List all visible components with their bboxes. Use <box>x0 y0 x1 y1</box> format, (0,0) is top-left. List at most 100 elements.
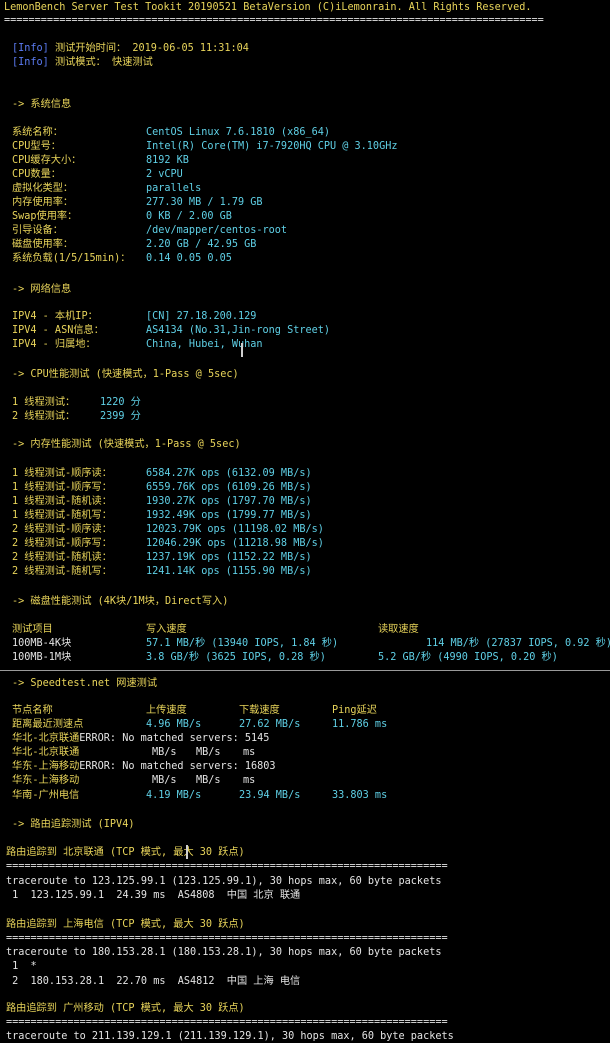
speedtest-row-2-download-unit: MB/s <box>196 747 221 758</box>
trace-1-hop-1: 1 * <box>6 961 37 972</box>
trace-0-command: traceroute to 123.125.99.1 (123.125.99.1… <box>6 876 442 887</box>
trace-2-command: traceroute to 211.139.129.1 (211.139.129… <box>6 1031 454 1042</box>
system-label-1: CPU型号： <box>12 141 61 152</box>
speedtest-header-node: 节点名称 <box>12 705 53 716</box>
system-value-0: CentOS Linux 7.6.1810 (x86_64) <box>146 127 331 138</box>
memory-value-6: 1237.19K ops (1152.22 MB/s) <box>146 552 312 563</box>
section-cpu-test: -> CPU性能测试 (快速模式，1-Pass @ 5sec) <box>12 369 239 380</box>
disk-header-item: 测试项目 <box>12 624 53 635</box>
memory-value-0: 6584.27K ops (6132.09 MB/s) <box>146 468 312 479</box>
section-traceroute: -> 路由追踪测试 (IPV4) <box>12 819 135 830</box>
info-start-time: [Info] 测试开始时间： 2019-06-05 11:31:04 <box>12 43 249 54</box>
speedtest-row-5-node: 华南-广州电信 <box>12 790 80 801</box>
system-label-7: 引导设备： <box>12 225 63 236</box>
text-cursor-2 <box>186 845 188 859</box>
memory-label-2: 1 线程测试-随机读： <box>12 496 112 507</box>
section-disk-test: -> 磁盘性能测试 (4K块/1M块，Direct写入) <box>12 596 229 607</box>
disk-row-1-read: 5.2 GB/秒 (4990 IOPS, 0.20 秒) <box>378 652 558 663</box>
system-value-3: 2 vCPU <box>146 169 183 180</box>
trace-1-hop-2: 2 180.153.28.1 22.70 ms AS4812 中国 上海 电信 <box>6 976 301 987</box>
speedtest-row-0-ping: 11.786 ms <box>332 719 388 730</box>
system-value-6: 0 KB / 2.00 GB <box>146 211 232 222</box>
memory-value-7: 1241.14K ops (1155.90 MB/s) <box>146 566 312 577</box>
trace-0-hop-1: 1 123.125.99.1 24.39 ms AS4808 中国 北京 联通 <box>6 890 301 901</box>
system-value-9: 0.14 0.05 0.05 <box>146 253 232 264</box>
section-divider-line <box>0 670 610 671</box>
memory-value-2: 1930.27K ops (1797.70 MB/s) <box>146 496 312 507</box>
speedtest-row-4-ping-unit: ms <box>243 775 256 786</box>
network-value-1: AS4134 (No.31,Jin-rong Street) <box>146 325 331 336</box>
section-memory-test: -> 内存性能测试 (快速模式，1-Pass @ 5sec) <box>12 439 241 450</box>
system-label-4: 虚拟化类型： <box>12 183 74 194</box>
info-test-mode: [Info] 测试模式： 快速测试 <box>12 57 153 68</box>
memory-label-0: 1 线程测试-顺序读： <box>12 468 112 479</box>
memory-value-3: 1932.49K ops (1799.77 MB/s) <box>146 510 312 521</box>
system-label-6: Swap使用率： <box>12 211 78 222</box>
speedtest-header-download: 下载速度 <box>239 705 280 716</box>
system-label-3: CPU数量： <box>12 169 61 180</box>
speedtest-row-4-node: 华东-上海移动 <box>12 775 80 786</box>
speedtest-row-3-error: 华东-上海移动ERROR: No matched servers: 16803 <box>12 761 276 772</box>
speedtest-row-2-node: 华北-北京联通 <box>12 747 80 758</box>
disk-row-0-read: 114 MB/秒 (27837 IOPS, 0.92 秒) <box>426 638 610 649</box>
system-label-2: CPU缓存大小： <box>12 155 82 166</box>
speedtest-row-0-download: 27.62 MB/s <box>239 719 301 730</box>
system-value-8: 2.20 GB / 42.95 GB <box>146 239 257 250</box>
banner-divider: ========================================… <box>4 15 544 26</box>
speedtest-row-4-download-unit: MB/s <box>196 775 221 786</box>
disk-row-0-write: 57.1 MB/秒 (13940 IOPS, 1.84 秒) <box>146 638 339 649</box>
terminal-window[interactable]: LemonBench Server Test Tookit 20190521 B… <box>0 0 610 1042</box>
system-value-7: /dev/mapper/centos-root <box>146 225 288 236</box>
cpu-value-0: 1220 分 <box>100 397 141 408</box>
banner-title: LemonBench Server Test Tookit 20190521 B… <box>4 2 532 13</box>
cpu-label-0: 1 线程测试： <box>12 397 76 408</box>
memory-label-6: 2 线程测试-随机读： <box>12 552 112 563</box>
memory-label-7: 2 线程测试-随机写： <box>12 566 112 577</box>
speedtest-header-ping: Ping延迟 <box>332 705 377 716</box>
speedtest-row-2-upload-unit: MB/s <box>152 747 177 758</box>
section-network-info: -> 网络信息 <box>12 284 72 295</box>
cpu-value-1: 2399 分 <box>100 411 141 422</box>
system-value-4: parallels <box>146 183 202 194</box>
system-label-5: 内存使用率： <box>12 197 74 208</box>
system-value-1: Intel(R) Core(TM) i7-7920HQ CPU @ 3.10GH… <box>146 141 398 152</box>
trace-2-divider: ========================================… <box>6 1017 448 1028</box>
trace-1-command: traceroute to 180.153.28.1 (180.153.28.1… <box>6 947 442 958</box>
memory-label-3: 1 线程测试-随机写： <box>12 510 112 521</box>
system-value-5: 277.30 MB / 1.79 GB <box>146 197 263 208</box>
disk-header-write: 写入速度 <box>146 624 187 635</box>
network-label-2: IPV4 - 归属地： <box>12 339 96 350</box>
speedtest-row-1-error: 华北-北京联通ERROR: No matched servers: 5145 <box>12 733 270 744</box>
speedtest-row-2-ping-unit: ms <box>243 747 256 758</box>
text-cursor <box>241 343 243 357</box>
system-label-0: 系统名称： <box>12 127 63 138</box>
speedtest-row-5-download: 23.94 MB/s <box>239 790 301 801</box>
memory-label-4: 2 线程测试-顺序读： <box>12 524 112 535</box>
cpu-label-1: 2 线程测试： <box>12 411 76 422</box>
network-value-0: [CN] 27.18.200.129 <box>146 311 257 322</box>
network-value-2: China, Hubei, Wuhan <box>146 339 263 350</box>
disk-row-1-write: 3.8 GB/秒 (3625 IOPS, 0.28 秒) <box>146 652 326 663</box>
trace-1-divider: ========================================… <box>6 933 448 944</box>
memory-value-1: 6559.76K ops (6109.26 MB/s) <box>146 482 312 493</box>
disk-row-0-item: 100MB-4K块 <box>12 638 72 649</box>
memory-label-5: 2 线程测试-顺序写： <box>12 538 112 549</box>
trace-0-title: 路由追踪到 北京联通 (TCP 模式, 最大 30 跃点) <box>6 847 245 858</box>
speedtest-row-5-upload: 4.19 MB/s <box>146 790 202 801</box>
system-label-9: 系统负载(1/5/15min)： <box>12 253 131 264</box>
system-label-8: 磁盘使用率： <box>12 239 74 250</box>
network-label-0: IPV4 - 本机IP： <box>12 311 98 322</box>
disk-header-read: 读取速度 <box>378 624 419 635</box>
trace-0-divider: ========================================… <box>6 861 448 872</box>
speedtest-row-0-node: 距离最近测速点 <box>12 719 84 730</box>
speedtest-row-0-upload: 4.96 MB/s <box>146 719 202 730</box>
speedtest-row-4-upload-unit: MB/s <box>152 775 177 786</box>
memory-label-1: 1 线程测试-顺序写： <box>12 482 112 493</box>
network-label-1: IPV4 - ASN信息： <box>12 325 104 336</box>
memory-value-5: 12046.29K ops (11218.98 MB/s) <box>146 538 324 549</box>
trace-1-title: 路由追踪到 上海电信 (TCP 模式, 最大 30 跃点) <box>6 919 245 930</box>
speedtest-row-5-ping: 33.803 ms <box>332 790 388 801</box>
trace-2-title: 路由追踪到 广州移动 (TCP 模式, 最大 30 跃点) <box>6 1003 245 1014</box>
memory-value-4: 12023.79K ops (11198.02 MB/s) <box>146 524 324 535</box>
speedtest-header-upload: 上传速度 <box>146 705 187 716</box>
